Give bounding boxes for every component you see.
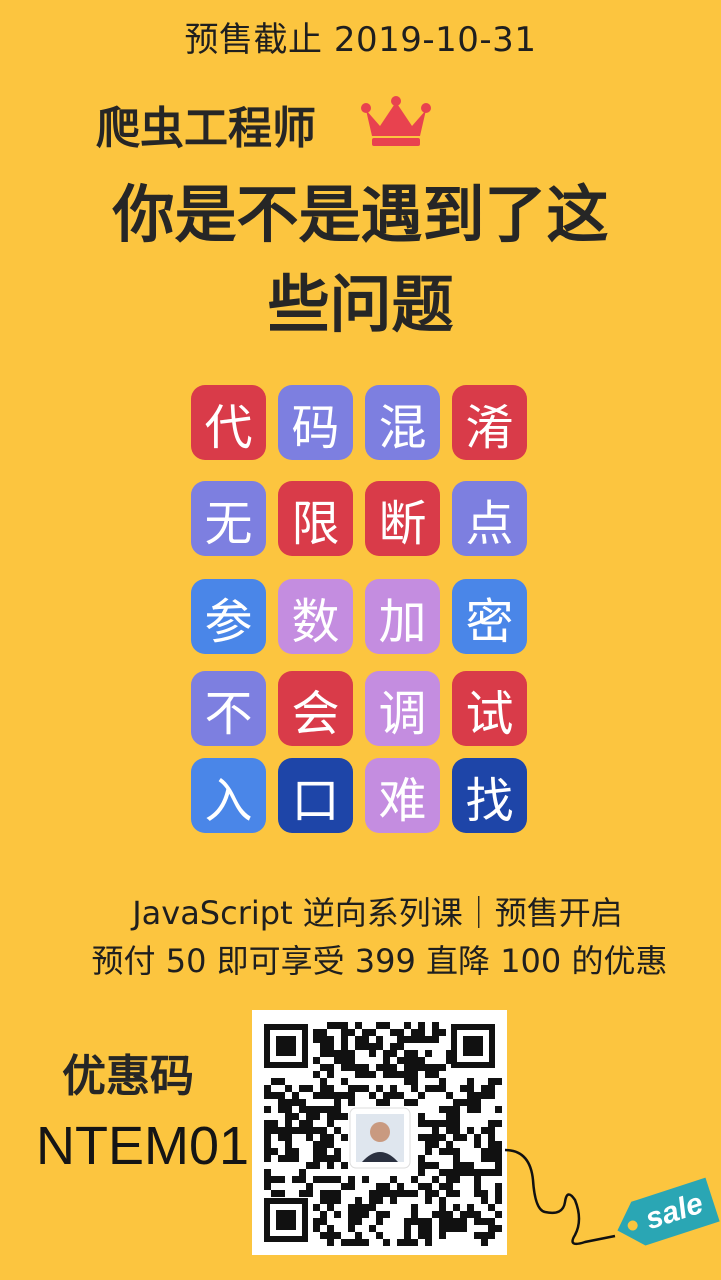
- tile-nan: 难: [365, 758, 440, 833]
- tile-zhao: 找: [452, 758, 527, 833]
- tile-xian: 限: [278, 481, 353, 556]
- tile-bu: 不: [191, 671, 266, 746]
- tile-xiao: 淆: [452, 385, 527, 460]
- coupon-label: 优惠码: [62, 1051, 194, 1102]
- headline-line-2: 些问题: [267, 268, 454, 341]
- sale-tag-icon: sale: [505, 1148, 720, 1246]
- tile-jia: 加: [365, 579, 440, 654]
- sale-tag-text: sale: [641, 1187, 707, 1236]
- headline-line-1: 你是不是遇到了这: [112, 178, 609, 251]
- tile-dai: 代: [191, 385, 266, 460]
- coupon-code: NTEM01: [36, 1116, 250, 1176]
- tile-wu: 无: [191, 481, 266, 556]
- tile-ru: 入: [191, 758, 266, 833]
- promo-line-2: 预付 50 即可享受 399 直降 100 的优惠: [91, 942, 668, 980]
- promo-line-1: JavaScript 逆向系列课｜预售开启: [132, 894, 623, 932]
- tile-hui: 会: [278, 671, 353, 746]
- tile-can: 参: [191, 579, 266, 654]
- tile-kou: 口: [278, 758, 353, 833]
- crown-icon: [361, 96, 431, 146]
- tile-dian: 点: [452, 481, 527, 556]
- tile-ma: 码: [278, 385, 353, 460]
- tile-duan: 断: [365, 481, 440, 556]
- tile-shi: 试: [452, 671, 527, 746]
- qr-code-icon[interactable]: [252, 1010, 507, 1255]
- tile-mi: 密: [452, 579, 527, 654]
- tile-hun: 混: [365, 385, 440, 460]
- headline: 你是不是遇到了这 些问题: [60, 170, 661, 350]
- tile-diao: 调: [365, 671, 440, 746]
- tile-shu: 数: [278, 579, 353, 654]
- role-title: 爬虫工程师: [96, 103, 316, 154]
- presale-deadline: 预售截止 2019-10-31: [184, 20, 537, 60]
